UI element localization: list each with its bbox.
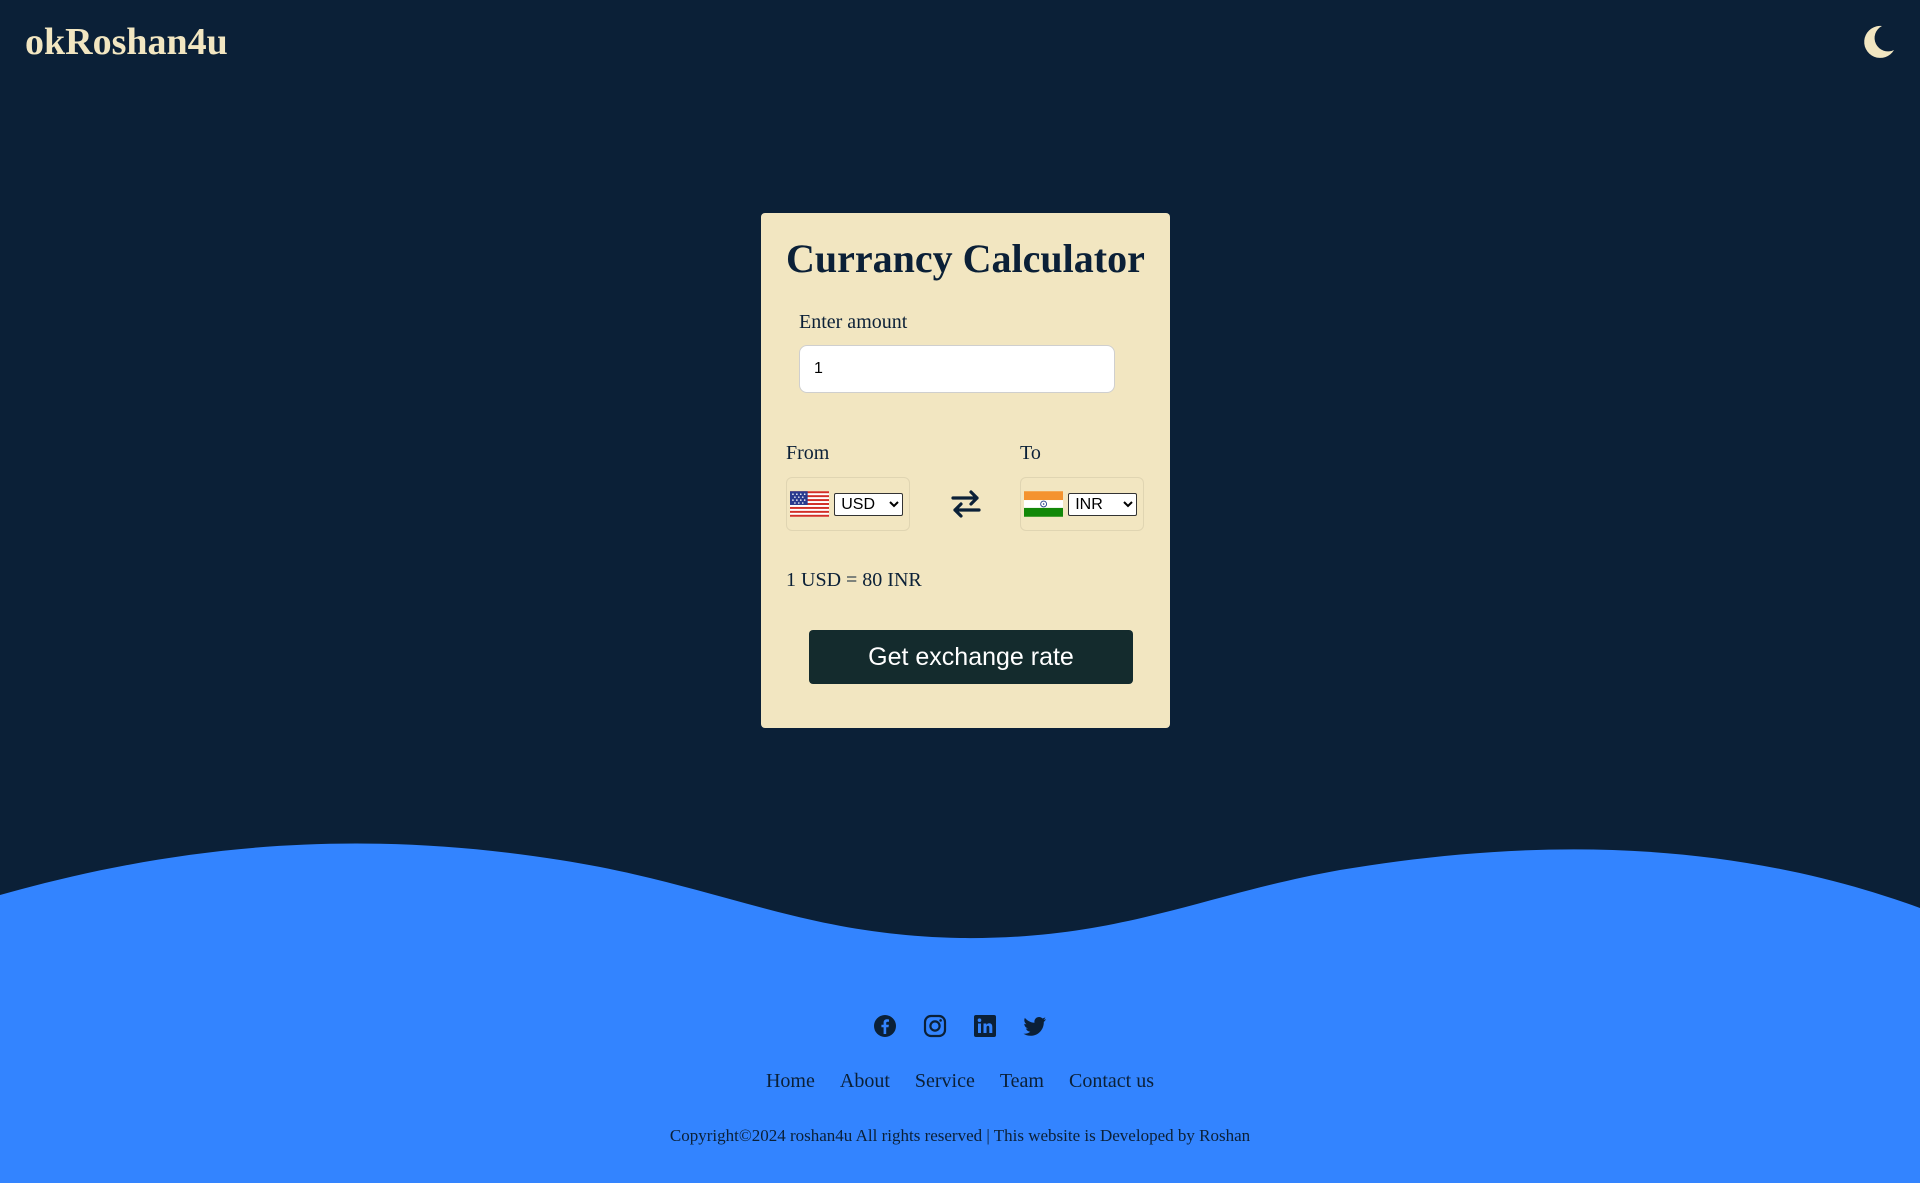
linkedin-icon[interactable] xyxy=(973,1014,997,1038)
us-flag-icon xyxy=(790,491,830,517)
social-links xyxy=(0,1014,1920,1038)
from-currency-select[interactable]: USD xyxy=(834,492,903,516)
footer-link-contact[interactable]: Contact us xyxy=(1069,1070,1154,1093)
brand-logo[interactable]: okRoshan4u xyxy=(25,20,228,64)
to-label: To xyxy=(1020,442,1041,464)
get-exchange-rate-button[interactable]: Get exchange rate xyxy=(809,630,1133,684)
to-currency-container: INR xyxy=(1020,477,1144,531)
india-flag-icon xyxy=(1024,491,1064,517)
facebook-icon[interactable] xyxy=(873,1014,897,1038)
footer-link-team[interactable]: Team xyxy=(1000,1070,1044,1093)
card-title: Currancy Calculator xyxy=(786,236,1145,281)
currency-calculator-card: Currancy Calculator Enter amount From To xyxy=(761,213,1170,728)
swap-arrows-icon[interactable] xyxy=(949,487,983,521)
copyright-text: Copyright©2024 roshan4u All rights reser… xyxy=(669,1126,1251,1145)
twitter-icon[interactable] xyxy=(1023,1014,1047,1038)
footer-link-home[interactable]: Home xyxy=(766,1070,815,1093)
footer-link-about[interactable]: About xyxy=(840,1070,890,1093)
amount-input[interactable] xyxy=(799,345,1115,393)
amount-label: Enter amount xyxy=(799,311,908,333)
from-currency-container: USD xyxy=(786,477,910,531)
moon-icon[interactable] xyxy=(1858,22,1898,62)
instagram-icon[interactable] xyxy=(923,1014,947,1038)
footer-link-service[interactable]: Service xyxy=(915,1070,975,1093)
from-label: From xyxy=(786,442,830,464)
to-currency-select[interactable]: INR xyxy=(1068,492,1137,516)
page: okRoshan4u Currancy Calculator Enter amo… xyxy=(0,0,1920,1183)
footer-nav: Home About Service Team Contact us xyxy=(0,1070,1920,1093)
exchange-rate-text: 1 USD = 80 INR xyxy=(786,569,922,591)
